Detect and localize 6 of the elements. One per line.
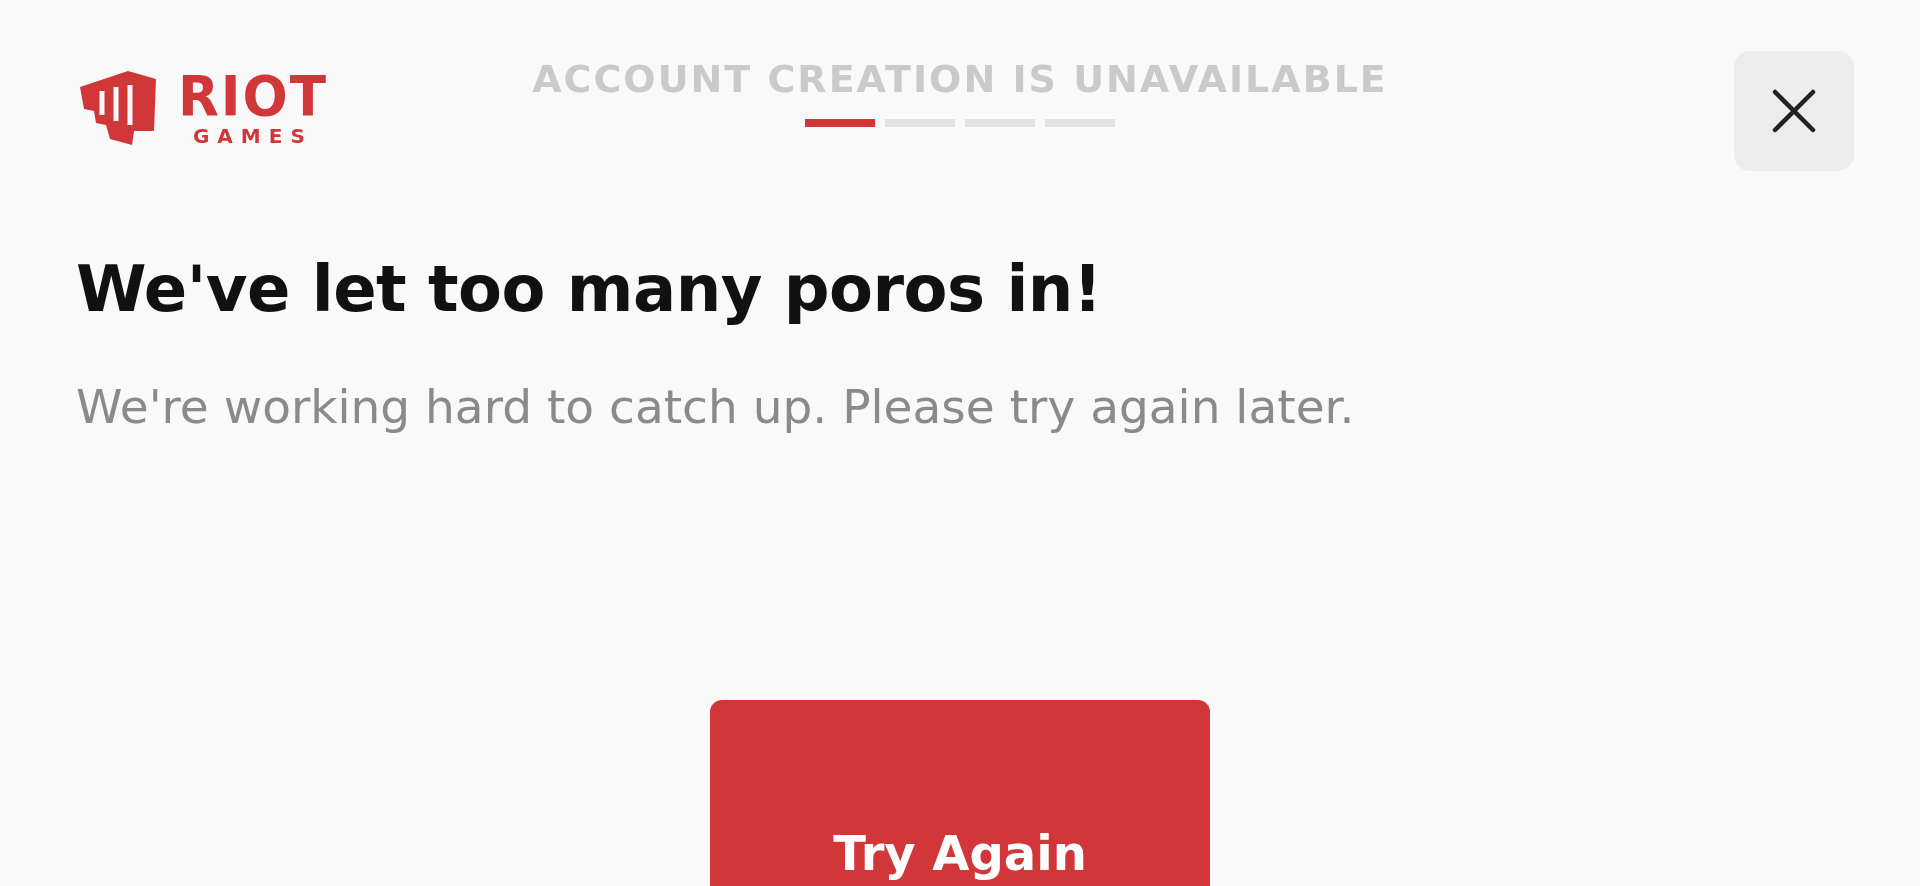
close-icon xyxy=(1771,88,1817,134)
message-text: We're working hard to catch up. Please try again later. xyxy=(76,378,1356,436)
close-button[interactable] xyxy=(1734,51,1854,171)
logo-wordmark: RIOT GAMES xyxy=(176,68,329,146)
try-again-button[interactable]: Try Again xyxy=(710,700,1210,886)
heading: We've let too many poros in! xyxy=(76,252,1103,326)
